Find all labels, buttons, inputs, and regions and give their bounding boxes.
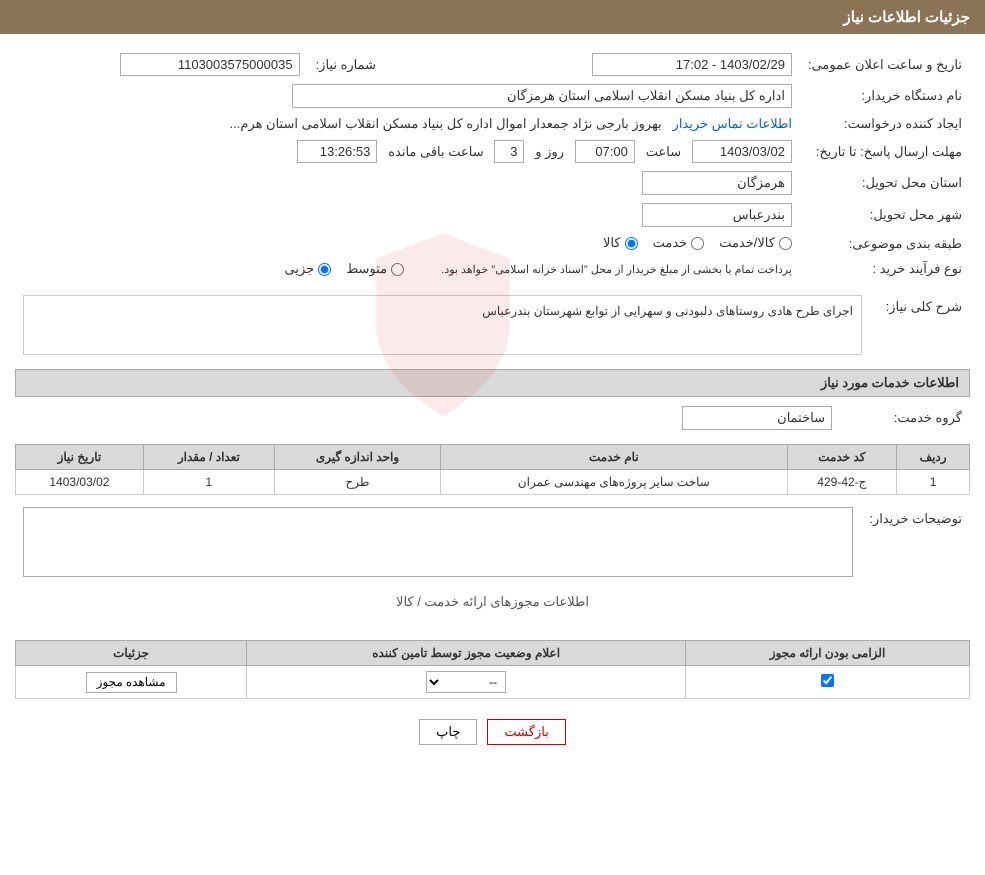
perm-status-select[interactable]: --: [426, 671, 506, 693]
perm-required-checkbox[interactable]: [821, 674, 834, 687]
process-note: پرداخت تمام یا بخشی از مبلغ خریدار از مح…: [441, 263, 792, 276]
announce-label: تاریخ و ساعت اعلان عمومی:: [800, 49, 970, 80]
city-value: بندرعباس: [15, 199, 800, 231]
creator-label: ایجاد کننده درخواست:: [800, 112, 970, 136]
perm-status-cell: --: [247, 666, 686, 699]
description-text: اجرای طرح هادی روستاهای دلبودنی و سهرایی…: [482, 304, 853, 318]
remaining-label: ساعت باقی مانده: [388, 144, 483, 159]
city-box: بندرعباس: [642, 203, 792, 227]
province-value: هرمزگان: [15, 167, 800, 199]
perm-col-status: اعلام وضعیت مجوز توسط تامین کننده: [247, 641, 686, 666]
col-name: نام خدمت: [441, 445, 787, 470]
table-row: 1 ج-42-429 ساخت سایر پروژه‌های مهندسی عم…: [16, 470, 970, 495]
notes-table: توضیحات خریدار:: [15, 503, 970, 584]
group-box: ساختمان: [682, 406, 832, 430]
category-label: طبقه بندی موضوعی:: [800, 231, 970, 257]
view-permit-button[interactable]: مشاهده مجوز: [86, 672, 177, 693]
page-title: جزئیات اطلاعات نیاز: [844, 9, 971, 26]
main-content: تاریخ و ساعت اعلان عمومی: 1403/02/29 - 1…: [0, 34, 985, 780]
group-label: گروه خدمت:: [840, 402, 970, 434]
process-row: پرداخت تمام یا بخشی از مبلغ خریدار از مح…: [15, 257, 800, 282]
col-code: کد خدمت: [787, 445, 897, 470]
deadline-label: مهلت ارسال پاسخ: تا تاریخ:: [800, 136, 970, 167]
perm-details-cell: مشاهده مجوز: [16, 666, 247, 699]
cell-row: 1: [897, 470, 970, 495]
process-option-partial: جزیی: [285, 261, 332, 277]
permissions-section-title: اطلاعات مجوزهای ارائه خدمت / کالا: [15, 594, 970, 610]
process-option-middle: متوسط: [346, 261, 404, 277]
deadline-days-box: 3: [494, 140, 524, 163]
description-table: شرح کلی نیاز: Ana Tender اجرای طرح هادی …: [15, 291, 970, 359]
back-button[interactable]: بازگشت: [487, 719, 565, 745]
cell-qty: 1: [143, 470, 274, 495]
radio-middle[interactable]: [391, 263, 404, 276]
page-wrapper: جزئیات اطلاعات نیاز تاریخ و ساعت اعلان ع…: [0, 0, 985, 875]
permissions-table: الزامی بودن ارائه مجوز اعلام وضعیت مجوز …: [15, 640, 970, 699]
request-number-value: 1103003575000035: [15, 49, 308, 80]
col-date: تاریخ نیاز: [16, 445, 144, 470]
buyer-notes-textarea[interactable]: [23, 507, 853, 577]
info-table: تاریخ و ساعت اعلان عمومی: 1403/02/29 - 1…: [15, 49, 970, 281]
radio-kala-khedmat[interactable]: [779, 237, 792, 250]
perm-row: -- مشاهده مجوز: [16, 666, 970, 699]
city-label: شهر محل تحویل:: [800, 199, 970, 231]
buyer-notes-label: توضیحات خریدار:: [861, 503, 970, 584]
radio-kala[interactable]: [625, 237, 638, 250]
category-row: کالا/خدمت خدمت کالا: [15, 231, 800, 257]
process-label: نوع فرآیند خرید :: [800, 257, 970, 282]
process-radio-group: پرداخت تمام یا بخشی از مبلغ خریدار از مح…: [285, 261, 792, 277]
category-option-kala-khedmat: کالا/خدمت: [719, 235, 792, 251]
group-value: ساختمان: [15, 402, 840, 434]
col-row: ردیف: [897, 445, 970, 470]
request-number-label: شماره نیاز:: [308, 49, 438, 80]
perm-col-details: جزئیات: [16, 641, 247, 666]
province-label: استان محل تحویل:: [800, 167, 970, 199]
cell-code: ج-42-429: [787, 470, 897, 495]
radio-partial[interactable]: [318, 263, 331, 276]
page-header: جزئیات اطلاعات نیاز: [0, 0, 985, 34]
description-label: شرح کلی نیاز:: [870, 291, 970, 359]
province-box: هرمزگان: [642, 171, 792, 195]
deadline-time-box: 07:00: [575, 140, 635, 163]
description-box: اجرای طرح هادی روستاهای دلبودنی و سهرایی…: [23, 295, 862, 355]
deadline-time-label: ساعت: [646, 144, 681, 159]
radio-khedmat[interactable]: [691, 237, 704, 250]
announce-value: 1403/02/29 - 17:02: [478, 49, 800, 80]
category-option-khedmat: خدمت: [653, 235, 705, 251]
deadline-days-label: روز و: [535, 144, 564, 159]
services-section-title: اطلاعات خدمات مورد نیاز: [15, 369, 970, 397]
perm-col-required: الزامی بودن ارائه مجوز: [686, 641, 970, 666]
deadline-row: 1403/03/02 ساعت 07:00 روز و 3 ساعت باقی …: [15, 136, 800, 167]
svg-text:Tender: Tender: [422, 355, 463, 370]
cell-name: ساخت سایر پروژه‌های مهندسی عمران: [441, 470, 787, 495]
services-table: ردیف کد خدمت نام خدمت واحد اندازه گیری ت…: [15, 444, 970, 495]
bottom-buttons: بازگشت چاپ: [15, 719, 970, 745]
creator-value: اطلاعات تماس خریدار بهروز بارجی نژاد جمع…: [15, 112, 800, 136]
buyer-org-value: اداره کل بنیاد مسکن انقلاب اسلامی استان …: [15, 80, 800, 112]
creator-contact-link[interactable]: اطلاعات تماس خریدار: [673, 116, 792, 131]
buyer-org-box: اداره کل بنیاد مسکن انقلاب اسلامی استان …: [292, 84, 792, 108]
buyer-notes-value-cell: [15, 503, 861, 584]
cell-date: 1403/03/02: [16, 470, 144, 495]
col-qty: تعداد / مقدار: [143, 445, 274, 470]
remaining-time-box: 13:26:53: [297, 140, 377, 163]
perm-required-cell: [686, 666, 970, 699]
category-radio-group: کالا/خدمت خدمت کالا: [603, 235, 792, 251]
deadline-date-box: 1403/03/02: [692, 140, 792, 163]
announce-date-box: 1403/02/29 - 17:02: [592, 53, 792, 76]
buyer-org-label: نام دستگاه خریدار:: [800, 80, 970, 112]
description-value-cell: Ana Tender اجرای طرح هادی روستاهای دلبود…: [15, 291, 870, 359]
category-option-kala: کالا: [603, 235, 638, 251]
request-number-box: 1103003575000035: [120, 53, 300, 76]
group-table: گروه خدمت: ساختمان: [15, 402, 970, 434]
cell-unit: طرح: [274, 470, 440, 495]
print-button[interactable]: چاپ: [419, 719, 477, 745]
creator-name: بهروز بارجی نژاد جمعدار اموال اداره کل ب…: [230, 116, 662, 131]
col-unit: واحد اندازه گیری: [274, 445, 440, 470]
